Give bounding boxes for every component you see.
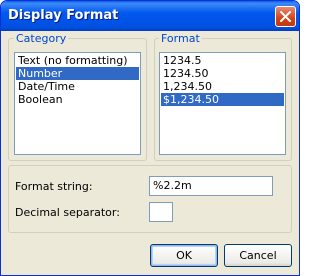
format-item[interactable]: 1234.50 — [161, 67, 284, 80]
format-string-label: Format string: — [15, 180, 93, 193]
decimal-separator-label: Decimal separator: — [15, 206, 120, 219]
category-item-date-time[interactable]: Date/Time — [16, 80, 139, 93]
category-listbox[interactable]: Text (no formatting) Number Date/Time Bo… — [14, 52, 141, 155]
cancel-button[interactable]: Cancel — [224, 244, 292, 267]
format-string-input[interactable]: %2.2m — [149, 176, 273, 196]
format-listbox[interactable]: 1234.5 1234.50 1,234.50 $1,234.50 — [159, 52, 286, 155]
category-legend: Category — [14, 32, 69, 45]
display-format-dialog: Display Format Category Text (no formatt… — [0, 0, 300, 276]
format-group: Format 1234.5 1234.50 1,234.50 $1,234.50 — [154, 32, 292, 161]
options-group: Format string: %2.2m Decimal separator: — [8, 165, 292, 233]
category-item-text[interactable]: Text (no formatting) — [16, 54, 139, 67]
ok-button[interactable]: OK — [150, 244, 218, 267]
close-button[interactable] — [275, 6, 296, 27]
decimal-separator-input[interactable] — [149, 202, 173, 222]
format-item-selected[interactable]: $1,234.50 — [161, 93, 284, 106]
format-item[interactable]: 1,234.50 — [161, 80, 284, 93]
category-item-number[interactable]: Number — [16, 67, 139, 80]
close-icon — [280, 11, 291, 22]
category-group: Category Text (no formatting) Number Dat… — [8, 32, 147, 161]
window-title: Display Format — [8, 8, 119, 23]
format-legend: Format — [159, 32, 202, 45]
category-item-boolean[interactable]: Boolean — [16, 93, 139, 106]
format-item[interactable]: 1234.5 — [161, 54, 284, 67]
title-bar[interactable]: Display Format — [1, 1, 299, 31]
